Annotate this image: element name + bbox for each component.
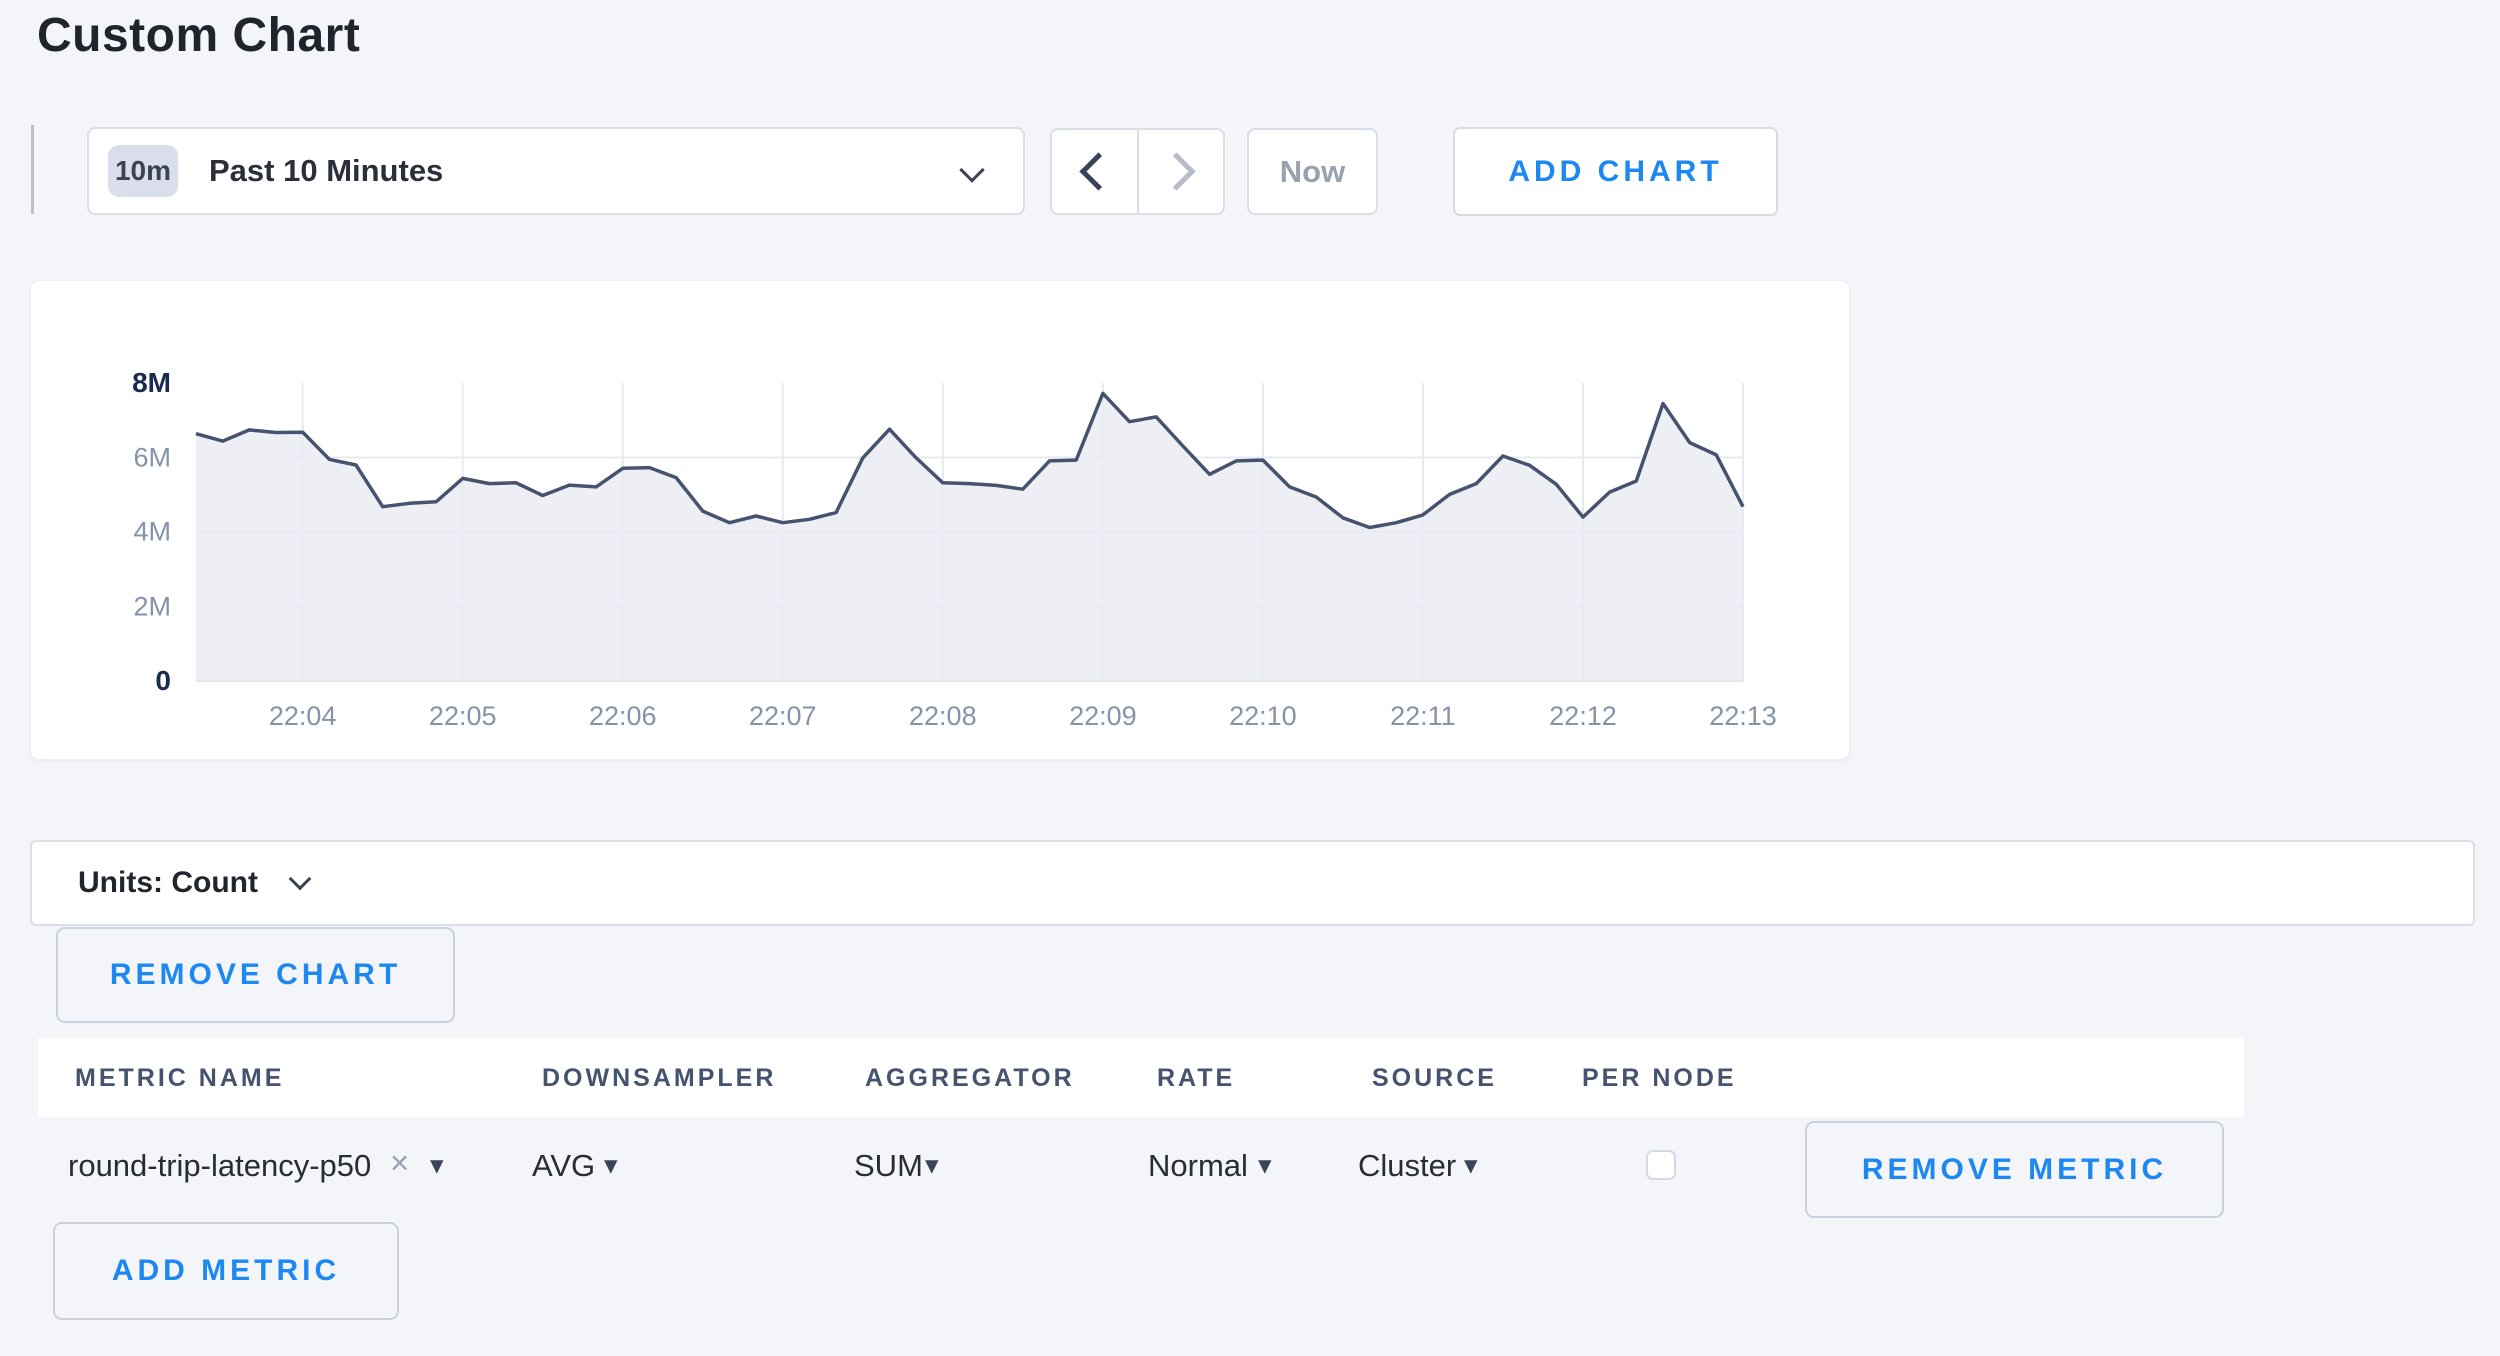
y-axis-label: 6M [61,442,171,473]
time-range-badge: 10m [108,145,178,197]
column-header-rate: RATE [1157,1064,1235,1093]
x-axis-label: 22:09 [1043,701,1163,732]
metric-name-caret-icon[interactable]: ▾ [430,1150,444,1181]
source-caret-icon[interactable]: ▾ [1464,1150,1478,1181]
rate-select[interactable]: Normal [1148,1148,1248,1184]
x-axis-label: 22:11 [1363,701,1483,732]
metrics-table-header [38,1038,2244,1117]
x-axis-label: 22:13 [1683,701,1803,732]
per-node-checkbox[interactable] [1646,1150,1676,1180]
x-axis-label: 22:12 [1523,701,1643,732]
time-range-label: Past 10 Minutes [209,153,443,189]
downsampler-select[interactable]: AVG [532,1148,595,1184]
x-axis-label: 22:04 [243,701,363,732]
remove-metric-button[interactable]: REMOVE METRIC [1805,1121,2224,1218]
chevron-left-icon [1079,152,1117,190]
y-axis-label: 2M [61,591,171,622]
add-chart-button[interactable]: ADD CHART [1453,127,1778,216]
units-label: Units: Count [78,866,258,900]
column-header-downsampler: DOWNSAMPLER [542,1064,776,1093]
y-axis-label: 8M [61,367,171,399]
x-axis-label: 22:08 [883,701,1003,732]
remove-chart-button[interactable]: REMOVE CHART [56,927,455,1023]
now-button[interactable]: Now [1247,128,1378,215]
chevron-right-icon [1158,152,1196,190]
x-axis-label: 22:07 [723,701,843,732]
timeseries-chart [31,281,1849,759]
time-range-dropdown[interactable]: 10m Past 10 Minutes [87,127,1025,215]
chevron-down-icon [289,868,312,891]
x-axis-label: 22:06 [563,701,683,732]
source-select[interactable]: Cluster [1358,1148,1456,1184]
toolbar-accent-divider [31,125,34,214]
x-axis-label: 22:05 [403,701,523,732]
aggregator-caret-icon[interactable]: ▾ [925,1150,939,1181]
custom-chart-page: Custom Chart 10m Past 10 Minutes Now ADD… [0,0,2500,1356]
column-header-aggregator: AGGREGATOR [865,1064,1075,1093]
y-axis-label: 4M [61,517,171,548]
units-dropdown[interactable]: Units: Count [30,840,2475,926]
add-metric-button[interactable]: ADD METRIC [53,1222,399,1320]
chart-card[interactable]: 0 2M 4M 6M 8M 22:04 22:05 22:06 22:07 22:08 22:09 2… [30,280,1850,760]
downsampler-caret-icon[interactable]: ▾ [604,1150,618,1181]
page-title: Custom Chart [37,8,360,63]
x-axis-label: 22:10 [1203,701,1323,732]
time-next-button[interactable] [1139,130,1224,213]
time-prev-button[interactable] [1052,130,1139,213]
metric-name-value[interactable]: round-trip-latency-p50 [68,1148,371,1184]
aggregator-select[interactable]: SUM [854,1148,923,1184]
column-header-source: SOURCE [1372,1064,1497,1093]
time-nav-group [1050,128,1225,215]
rate-caret-icon[interactable]: ▾ [1258,1150,1272,1181]
remove-metric-chip-icon[interactable]: × [390,1144,409,1182]
y-axis-label: 0 [61,665,171,697]
column-header-metric-name: METRIC NAME [75,1064,284,1093]
column-header-per-node: PER NODE [1582,1064,1737,1093]
chevron-down-icon [959,157,984,182]
